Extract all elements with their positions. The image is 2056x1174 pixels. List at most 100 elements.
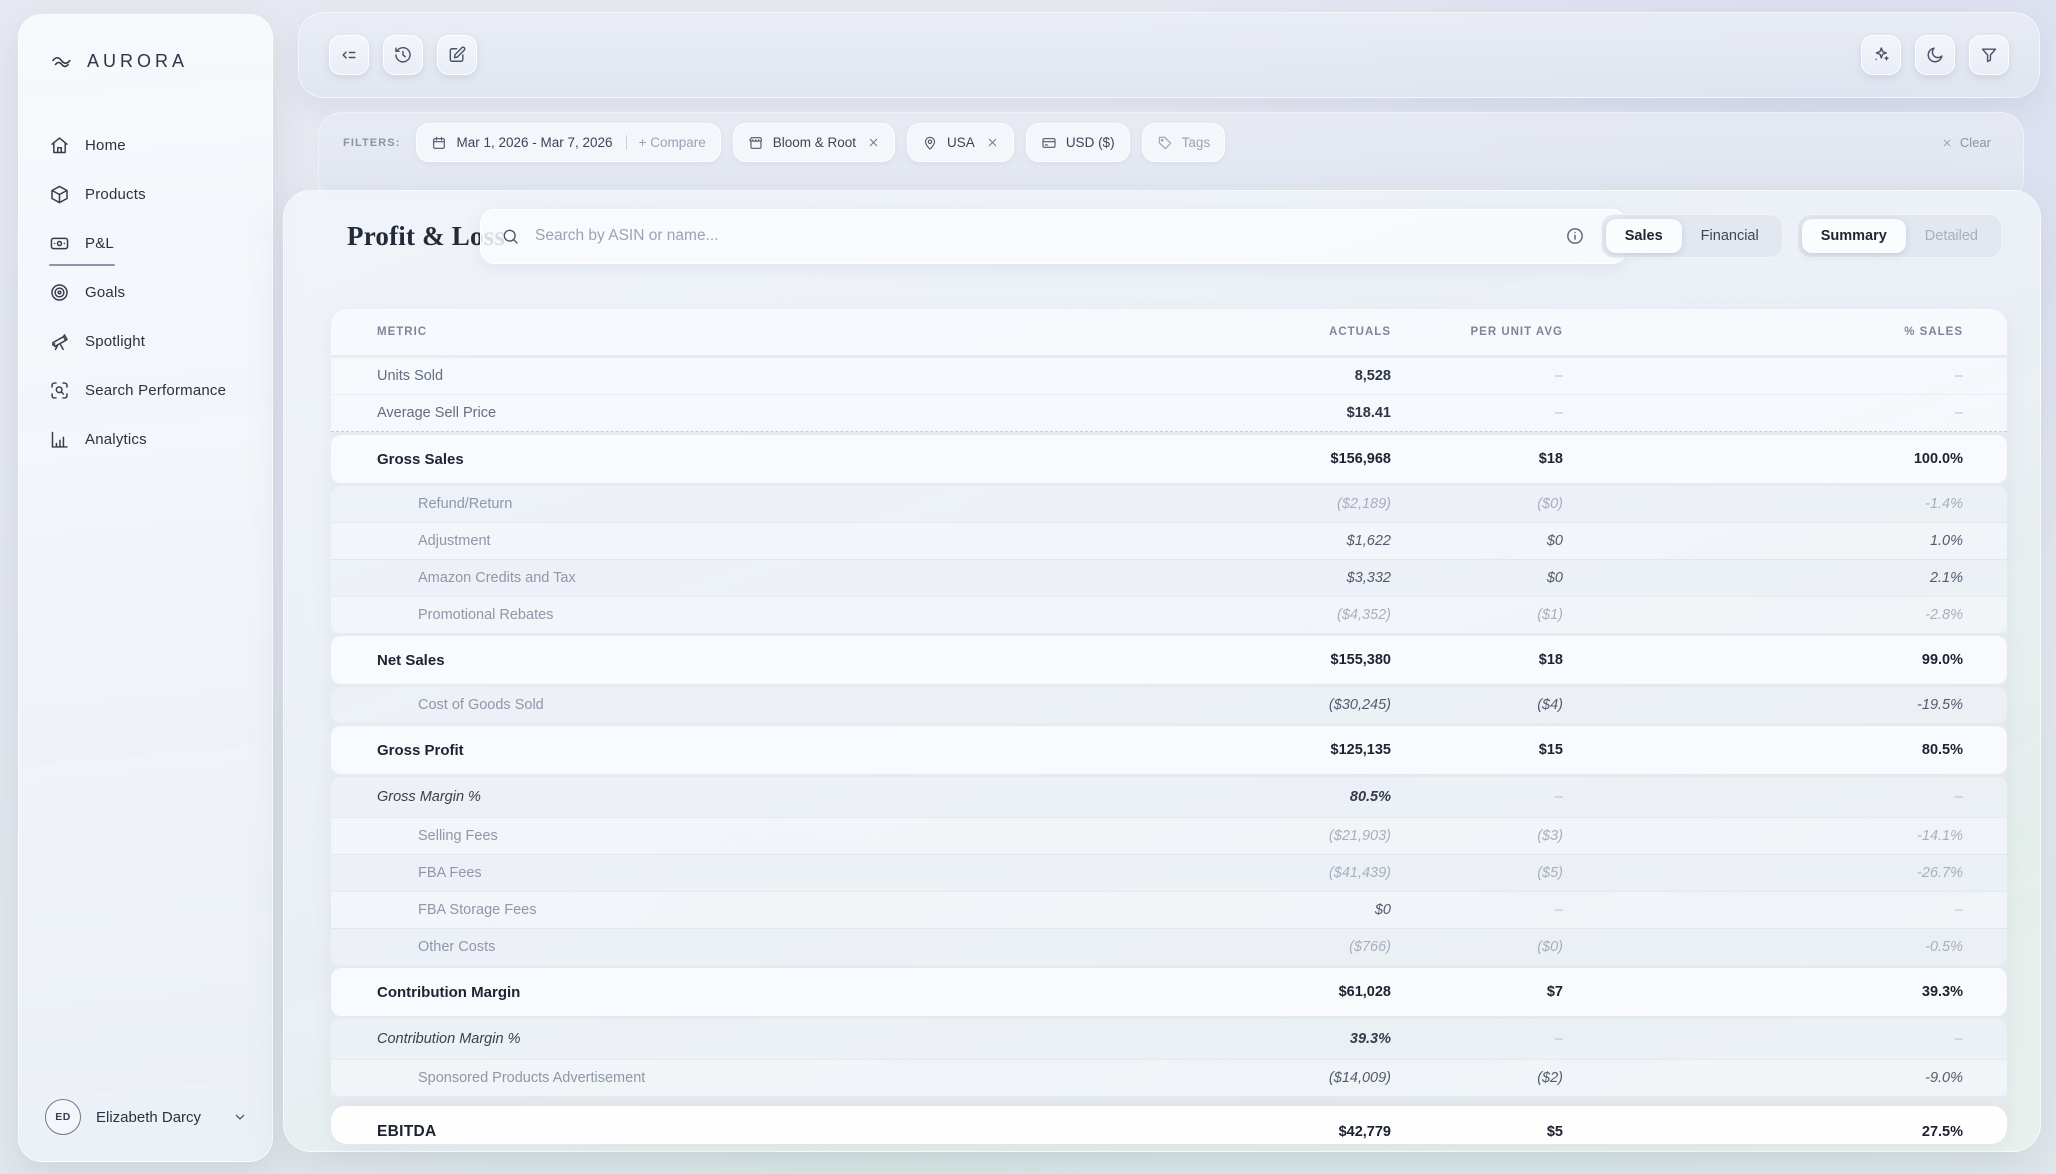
per-unit-value: ($0): [1391, 496, 1563, 512]
sidebar-item-p-l[interactable]: P&L: [41, 219, 250, 268]
sidebar-item-label: Products: [85, 186, 146, 203]
table-row: Amazon Credits and Tax $3,332 $0 2.1%: [331, 559, 2007, 596]
sidebar-item-label: Search Performance: [85, 382, 226, 399]
actuals-value: ($14,009): [1171, 1070, 1391, 1086]
filter-funnel-button[interactable]: [1969, 35, 2009, 75]
chevron-down-icon[interactable]: [232, 1109, 248, 1125]
metric-label: EBITDA: [377, 1123, 1171, 1141]
filter-chip-tags[interactable]: Tags: [1142, 123, 1226, 162]
table-row: Selling Fees ($21,903) ($3) -14.1%: [331, 817, 2007, 854]
moon-icon: [1925, 45, 1945, 65]
actuals-value: ($30,245): [1171, 697, 1391, 713]
table-block: Refund/Return ($2,189) ($0) -1.4% Adjust…: [331, 486, 2007, 633]
banknote-icon: [49, 233, 70, 254]
per-unit-value: –: [1391, 405, 1563, 421]
history-button[interactable]: [383, 35, 423, 75]
filter-chip-bloom-root[interactable]: Bloom & Root: [733, 123, 895, 162]
table-row: FBA Fees ($41,439) ($5) -26.7%: [331, 854, 2007, 891]
sidebar-item-spotlight[interactable]: Spotlight: [41, 317, 250, 366]
pct-sales-value: -1.4%: [1563, 496, 1963, 512]
chip-label: Tags: [1182, 135, 1211, 150]
per-unit-value: ($3): [1391, 828, 1563, 844]
metric-label: Net Sales: [377, 652, 1171, 669]
table-block: Gross Profit $125,135 $15 80.5%: [331, 726, 2007, 774]
actuals-value: $125,135: [1171, 742, 1391, 758]
table-block: Net Sales $155,380 $18 99.0%: [331, 636, 2007, 684]
table-block: Units Sold 8,528 – – Average Sell Price …: [331, 358, 2007, 432]
telescope-icon: [49, 331, 70, 352]
home-icon: [49, 135, 70, 156]
table-row: Sponsored Products Advertisement ($14,00…: [331, 1059, 2007, 1096]
metric-label: FBA Storage Fees: [377, 902, 1171, 918]
filter-chip-usa[interactable]: USA: [907, 123, 1014, 162]
per-unit-value: ($1): [1391, 607, 1563, 623]
close-icon[interactable]: [986, 136, 999, 149]
toolbar-right-group: [1861, 35, 2009, 75]
info-icon[interactable]: [1565, 226, 1585, 246]
metric-label: Other Costs: [377, 939, 1171, 955]
table-block: Contribution Margin $61,028 $7 39.3%: [331, 968, 2007, 1016]
table-body: Units Sold 8,528 – – Average Sell Price …: [331, 358, 2007, 1144]
toolbar-left-group: [329, 35, 477, 75]
pct-sales-value: -9.0%: [1563, 1070, 1963, 1086]
actuals-value: ($21,903): [1171, 828, 1391, 844]
toggle-option-detailed[interactable]: Detailed: [1906, 219, 1997, 253]
sidebar-item-products[interactable]: Products: [41, 170, 250, 219]
table-row: EBITDA $42,779 $5 27.5%: [331, 1106, 2007, 1144]
sales-financial-toggle: SalesFinancial: [1601, 214, 1783, 258]
close-icon[interactable]: [867, 136, 880, 149]
moon-button[interactable]: [1915, 35, 1955, 75]
sparkles-button[interactable]: [1861, 35, 1901, 75]
sidebar-item-home[interactable]: Home: [41, 121, 250, 170]
edit-button[interactable]: [437, 35, 477, 75]
pct-sales-value: 99.0%: [1563, 652, 1963, 668]
actuals-value: $0: [1171, 902, 1391, 918]
collapse-sidebar-icon: [339, 45, 359, 65]
chip-label: Bloom & Root: [773, 135, 856, 150]
actuals-value: ($41,439): [1171, 865, 1391, 881]
sidebar-item-search-performance[interactable]: Search Performance: [41, 366, 250, 415]
user-menu[interactable]: ED Elizabeth Darcy: [19, 1099, 272, 1161]
filter-chip-usd[interactable]: USD ($): [1026, 123, 1130, 162]
per-unit-value: $5: [1391, 1124, 1563, 1140]
per-unit-value: ($0): [1391, 939, 1563, 955]
actuals-value: $42,779: [1171, 1124, 1391, 1140]
compare-button[interactable]: + Compare: [626, 135, 706, 150]
table-row: Net Sales $155,380 $18 99.0%: [331, 636, 2007, 684]
pct-sales-value: -26.7%: [1563, 865, 1963, 881]
bar-chart-icon: [49, 429, 70, 450]
collapse-sidebar-button[interactable]: [329, 35, 369, 75]
pct-sales-value: 100.0%: [1563, 451, 1963, 467]
filter-chip-mar-1-2026-mar-7-2026[interactable]: Mar 1, 2026 - Mar 7, 2026+ Compare: [416, 123, 720, 162]
toggle-option-financial[interactable]: Financial: [1682, 219, 1778, 253]
pct-sales-value: 2.1%: [1563, 570, 1963, 586]
table-row: Refund/Return ($2,189) ($0) -1.4%: [331, 486, 2007, 522]
sidebar-item-analytics[interactable]: Analytics: [41, 415, 250, 464]
metric-label: Gross Margin %: [377, 789, 1171, 805]
search-input[interactable]: [533, 226, 1606, 246]
app-root: { "brand": { "name": "AURORA", "logo_ico…: [0, 0, 2056, 1174]
search-icon: [501, 227, 520, 246]
table-row: Gross Profit $125,135 $15 80.5%: [331, 726, 2007, 774]
metric-label: Amazon Credits and Tax: [377, 570, 1171, 586]
chip-label: USD ($): [1066, 135, 1115, 150]
pnl-header-row: Profit & Loss SalesFinancial SummaryDeta…: [284, 208, 2040, 264]
wave-icon: [47, 49, 77, 73]
metric-label: Selling Fees: [377, 828, 1171, 844]
per-unit-value: $0: [1391, 533, 1563, 549]
pnl-table: METRICACTUALSPER UNIT AVG% SALES Units S…: [331, 309, 2007, 1144]
metric-label: Gross Sales: [377, 451, 1171, 468]
toggle-option-sales[interactable]: Sales: [1606, 219, 1682, 253]
metric-label: Cost of Goods Sold: [377, 697, 1171, 713]
pct-sales-value: –: [1563, 405, 1963, 421]
sidebar-item-goals[interactable]: Goals: [41, 268, 250, 317]
search-bar: [480, 209, 1627, 264]
metric-label: Contribution Margin: [377, 984, 1171, 1001]
pnl-panel: Profit & Loss SalesFinancial SummaryDeta…: [283, 190, 2041, 1152]
toggle-option-summary[interactable]: Summary: [1802, 219, 1906, 253]
products-icon: [49, 184, 70, 205]
map-pin-icon: [922, 135, 938, 151]
scan-search-icon: [49, 380, 70, 401]
clear-filters-button[interactable]: Clear: [1941, 135, 1999, 150]
actuals-value: ($4,352): [1171, 607, 1391, 623]
